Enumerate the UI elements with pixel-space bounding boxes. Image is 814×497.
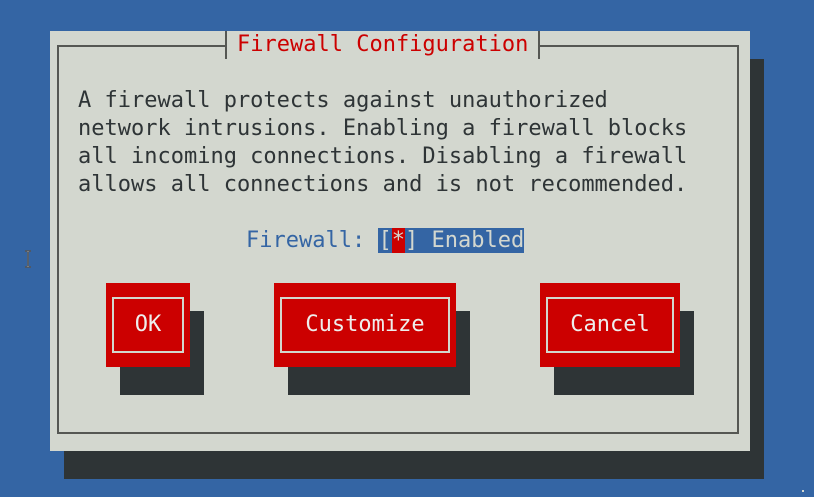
- cancel-button[interactable]: Cancel: [540, 283, 680, 367]
- ok-button-label: OK: [134, 312, 162, 337]
- dialog-title-box: Firewall Configuration: [225, 31, 541, 59]
- customize-button-label: Customize: [305, 312, 425, 337]
- checkbox-close-bracket: ]: [404, 228, 419, 253]
- firewall-label: Firewall:: [246, 228, 366, 253]
- ok-button[interactable]: OK: [106, 283, 190, 367]
- checkbox-open-bracket: [: [378, 228, 392, 253]
- cancel-button-label: Cancel: [570, 312, 650, 337]
- dialog-description: A firewall protects against unauthorized…: [78, 88, 688, 197]
- firewall-option-row: Firewall: [*] Enabled: [246, 227, 525, 255]
- customize-button-border: Customize: [280, 297, 450, 353]
- checkbox-mark: *: [391, 228, 405, 253]
- text-cursor-icon: [25, 250, 31, 268]
- checkbox-label: Enabled: [431, 228, 525, 253]
- ok-button-border: OK: [112, 297, 184, 353]
- dialog-title: Firewall Configuration: [237, 32, 529, 57]
- cancel-button-border: Cancel: [546, 297, 674, 353]
- corner-dot: [802, 490, 804, 492]
- customize-button[interactable]: Customize: [274, 283, 456, 367]
- firewall-checkbox[interactable]: [*] Enabled: [378, 228, 525, 253]
